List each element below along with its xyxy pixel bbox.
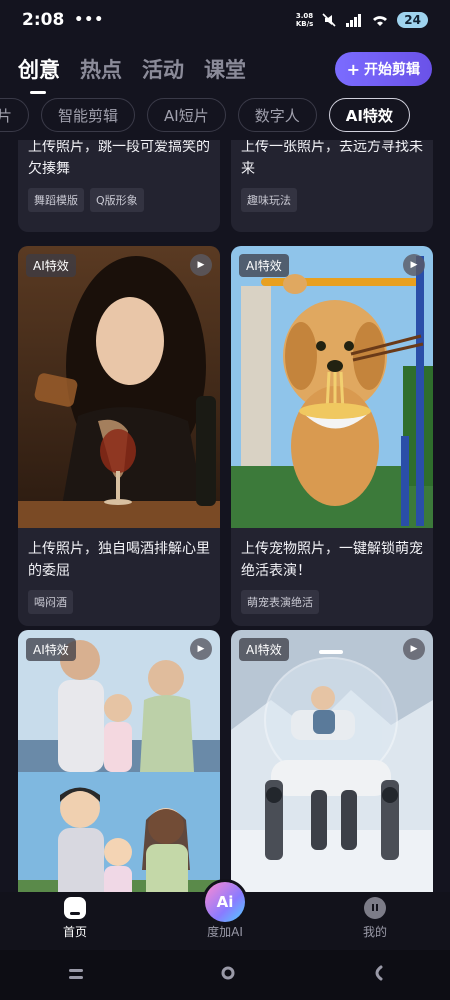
chip-partial[interactable]: 片 — [0, 98, 30, 132]
mute-icon — [322, 13, 336, 27]
category-chips: 片 智能剪辑 AI短片 数字人 AI特效 — [0, 96, 450, 134]
tab-trending[interactable]: 热点 — [80, 54, 122, 84]
card-thumbnail: AI特效 ▶ — [18, 246, 220, 528]
template-card[interactable]: 上传照片，跳一段可爱搞笑的欠揍舞 舞蹈模版 Q版形象 — [18, 140, 220, 232]
card-thumbnail: AI特效 ▶ — [231, 246, 433, 528]
play-icon[interactable]: ▶ — [403, 638, 425, 660]
battery-indicator: 24 — [397, 12, 428, 28]
start-editing-button[interactable]: + 开始剪辑 — [334, 52, 432, 86]
more-notifications-icon: ••• — [74, 12, 105, 28]
nav-me[interactable]: 我的 — [335, 897, 415, 940]
template-card[interactable]: AI特效 ▶ — [231, 630, 433, 892]
card-thumbnail: AI特效 ▶ — [18, 630, 220, 892]
robot-pod-snow-image — [231, 630, 433, 892]
status-time: 2:08 — [22, 10, 65, 30]
recent-apps-icon[interactable] — [67, 966, 85, 985]
ai-effect-badge: AI特效 — [239, 638, 289, 661]
template-card[interactable]: 上传一张照片，去远方寻找未来 趣味玩法 — [231, 140, 433, 232]
ai-effect-badge: AI特效 — [26, 638, 76, 661]
chip-ai-effects[interactable]: AI特效 — [328, 98, 410, 132]
nav-home[interactable]: 首页 — [35, 897, 115, 940]
card-tag: 喝闷酒 — [28, 590, 73, 614]
card-title: 上传照片，独自喝酒排解心里的委屈 — [28, 541, 210, 579]
play-icon[interactable]: ▶ — [190, 638, 212, 660]
nav-me-label: 我的 — [362, 925, 387, 939]
chip-digital-human[interactable]: 数字人 — [237, 98, 317, 132]
family-photo-anime-image — [18, 630, 220, 892]
tab-classroom[interactable]: 课堂 — [204, 54, 246, 84]
start-editing-label: 开始剪辑 — [364, 62, 420, 78]
ai-effect-badge: AI特效 — [26, 254, 76, 277]
card-tag: 舞蹈模版 — [28, 188, 84, 212]
signal-icon — [346, 14, 362, 27]
card-tag: Q版形象 — [90, 188, 144, 212]
card-title: 上传一张照片，去远方寻找未来 — [241, 140, 423, 177]
ai-effect-badge: AI特效 — [239, 254, 289, 277]
chip-smart-edit[interactable]: 智能剪辑 — [41, 98, 136, 132]
template-feed: 上传照片，跳一段可爱搞笑的欠揍舞 舞蹈模版 Q版形象 上传一张照片，去远方寻找未… — [0, 140, 450, 892]
back-icon[interactable] — [371, 965, 383, 985]
top-nav: 创意 热点 活动 课堂 + 开始剪辑 — [0, 44, 450, 94]
tab-events[interactable]: 活动 — [142, 54, 184, 84]
card-thumbnail: AI特效 ▶ — [231, 630, 433, 892]
wifi-icon — [373, 16, 388, 26]
dog-eating-noodles-image — [231, 246, 433, 528]
card-tag: 趣味玩法 — [241, 188, 297, 212]
network-speed: 3.08 KB/s — [295, 12, 314, 28]
play-icon[interactable]: ▶ — [190, 254, 212, 276]
template-card[interactable]: AI特效 ▶ 上传照片，独自喝酒排解心里的委屈 喝闷酒 — [18, 246, 220, 626]
nav-home-label: 首页 — [62, 925, 87, 939]
system-nav-bar — [0, 950, 450, 1000]
plus-icon: + — [346, 59, 360, 79]
card-title: 上传照片，跳一段可爱搞笑的欠揍舞 — [28, 140, 210, 177]
card-tag: 萌宠表演绝活 — [241, 590, 319, 614]
template-card[interactable]: AI特效 ▶ — [18, 630, 220, 892]
home-button-icon[interactable] — [220, 965, 236, 985]
chip-ai-short[interactable]: AI短片 — [147, 98, 226, 132]
status-bar: 2:08 ••• 3.08 KB/s 24 — [0, 0, 450, 40]
home-icon — [64, 897, 86, 919]
template-card[interactable]: AI特效 ▶ 上传宠物照片，一键解锁萌宠绝活表演！ 萌宠表演绝活 — [231, 246, 433, 626]
nav-ai-label: 度加AI — [207, 925, 243, 939]
woman-drinking-wine-image — [18, 246, 220, 528]
profile-icon — [364, 897, 386, 919]
ai-assistant-icon[interactable]: Ai — [205, 882, 245, 922]
play-icon[interactable]: ▶ — [403, 254, 425, 276]
card-title: 上传宠物照片，一键解锁萌宠绝活表演！ — [241, 541, 423, 579]
tab-creative[interactable]: 创意 — [18, 54, 60, 94]
